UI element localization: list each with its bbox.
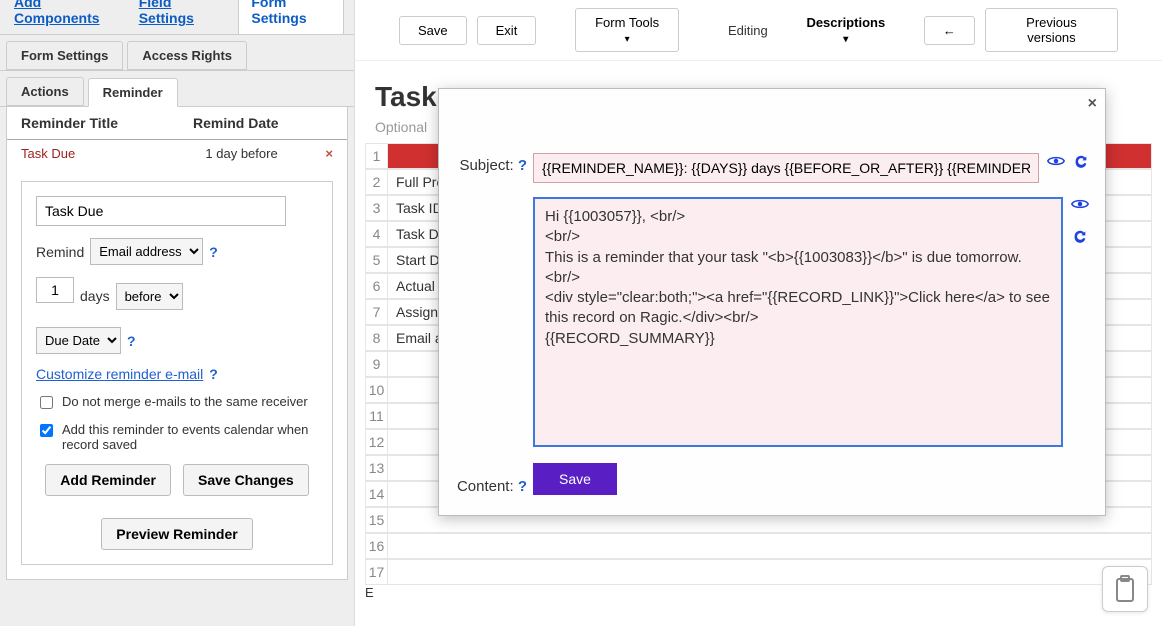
exit-button[interactable]: Exit — [477, 16, 537, 45]
reminder-panel: Reminder Title Remind Date Task Due 1 da… — [6, 107, 348, 580]
help-icon[interactable]: ? — [209, 244, 218, 260]
preview-reminder-button[interactable]: Preview Reminder — [101, 518, 252, 550]
checkbox-merge-emails[interactable] — [40, 396, 53, 409]
editing-label: Editing — [718, 17, 778, 44]
form-tools-dropdown[interactable]: Form Tools — [575, 8, 680, 52]
row-number: 12 — [365, 429, 387, 455]
row-number: 1 — [365, 143, 387, 169]
subtab-form-settings[interactable]: Form Settings — [6, 41, 123, 70]
customize-email-link[interactable]: Customize reminder e-mail — [36, 366, 203, 382]
help-icon[interactable]: ? — [209, 366, 218, 382]
row-number: 4 — [365, 221, 387, 247]
remind-target-select[interactable]: Email address — [90, 238, 203, 265]
row-number: 13 — [365, 455, 387, 481]
refresh-icon[interactable] — [1072, 228, 1088, 247]
subtab-reminder[interactable]: Reminder — [88, 78, 178, 107]
tab-field-settings[interactable]: Field Settings — [135, 0, 221, 34]
row-number: 7 — [365, 299, 387, 325]
row-number: 9 — [365, 351, 387, 377]
left-pane: Add Components Field Settings Form Setti… — [0, 0, 355, 626]
save-changes-button[interactable]: Save Changes — [183, 464, 309, 496]
tab-form-settings[interactable]: Form Settings — [238, 0, 344, 34]
content-label: Content: ? — [455, 474, 533, 495]
content-textarea[interactable]: Hi {{1003057}}, <br/> <br/> This is a re… — [533, 197, 1063, 447]
checkbox-add-calendar[interactable] — [40, 424, 53, 437]
clipboard-fab[interactable] — [1102, 566, 1148, 612]
before-after-select[interactable]: before — [116, 283, 183, 310]
row-number: 11 — [365, 403, 387, 429]
email-template-modal: × Subject: ? Hi {{1003057}}, <br/> <br/>… — [438, 88, 1106, 516]
col-reminder-title: Reminder Title — [21, 115, 193, 131]
row-number: 5 — [365, 247, 387, 273]
toolbar: Save Exit Form Tools Editing Description… — [355, 0, 1162, 61]
grid-cell[interactable] — [387, 533, 1152, 559]
row-number: 10 — [365, 377, 387, 403]
row-number: 17 — [365, 559, 387, 585]
back-button[interactable]: ← — [924, 16, 975, 45]
reminder-row-date: 1 day before — [205, 146, 325, 161]
subject-label: Subject: ? — [455, 153, 533, 174]
eye-icon[interactable] — [1047, 154, 1065, 171]
refresh-icon[interactable] — [1073, 153, 1089, 172]
reminder-title-input[interactable] — [36, 196, 286, 226]
row-number: 2 — [365, 169, 387, 195]
remind-label: Remind — [36, 244, 84, 260]
row-number: 15 — [365, 507, 387, 533]
modal-save-button[interactable]: Save — [533, 463, 617, 495]
sub-tabs-row2: Actions Reminder — [0, 71, 354, 107]
days-input[interactable] — [36, 277, 74, 303]
days-label: days — [80, 288, 110, 304]
subtab-access-rights[interactable]: Access Rights — [127, 41, 247, 70]
reminder-row-title: Task Due — [21, 146, 205, 161]
row-number: 6 — [365, 273, 387, 299]
descriptions-dropdown[interactable]: Descriptions — [788, 9, 904, 51]
help-icon[interactable]: ? — [127, 333, 136, 349]
tab-add-components[interactable]: Add Components — [10, 0, 117, 34]
save-button[interactable]: Save — [399, 16, 467, 45]
col-remind-date: Remind Date — [193, 115, 333, 131]
checkbox-merge-label: Do not merge e-mails to the same receive… — [62, 394, 308, 409]
help-icon[interactable]: ? — [518, 157, 527, 174]
column-e-label: E — [365, 585, 1152, 600]
sub-tabs-row1: Form Settings Access Rights — [0, 34, 354, 71]
add-reminder-button[interactable]: Add Reminder — [45, 464, 171, 496]
checkbox-add-calendar-label: Add this reminder to events calendar whe… — [62, 422, 318, 452]
row-number: 3 — [365, 195, 387, 221]
grid-cell[interactable] — [387, 559, 1152, 585]
date-field-select[interactable]: Due Date — [36, 327, 121, 354]
close-icon[interactable]: × — [1088, 95, 1097, 113]
delete-reminder-icon[interactable]: × — [325, 146, 333, 161]
eye-icon[interactable] — [1071, 197, 1089, 214]
reminder-row[interactable]: Task Due 1 day before × — [7, 140, 347, 167]
subtab-actions[interactable]: Actions — [6, 77, 84, 106]
previous-versions-button[interactable]: Previous versions — [985, 8, 1118, 52]
reminder-form: Remind Email address ? days before Due D… — [21, 181, 333, 565]
top-tabs: Add Components Field Settings Form Setti… — [0, 0, 354, 34]
subject-input[interactable] — [533, 153, 1039, 183]
row-number: 16 — [365, 533, 387, 559]
reminder-table-header: Reminder Title Remind Date — [7, 107, 347, 140]
help-icon[interactable]: ? — [518, 478, 527, 495]
row-number: 14 — [365, 481, 387, 507]
row-number: 8 — [365, 325, 387, 351]
